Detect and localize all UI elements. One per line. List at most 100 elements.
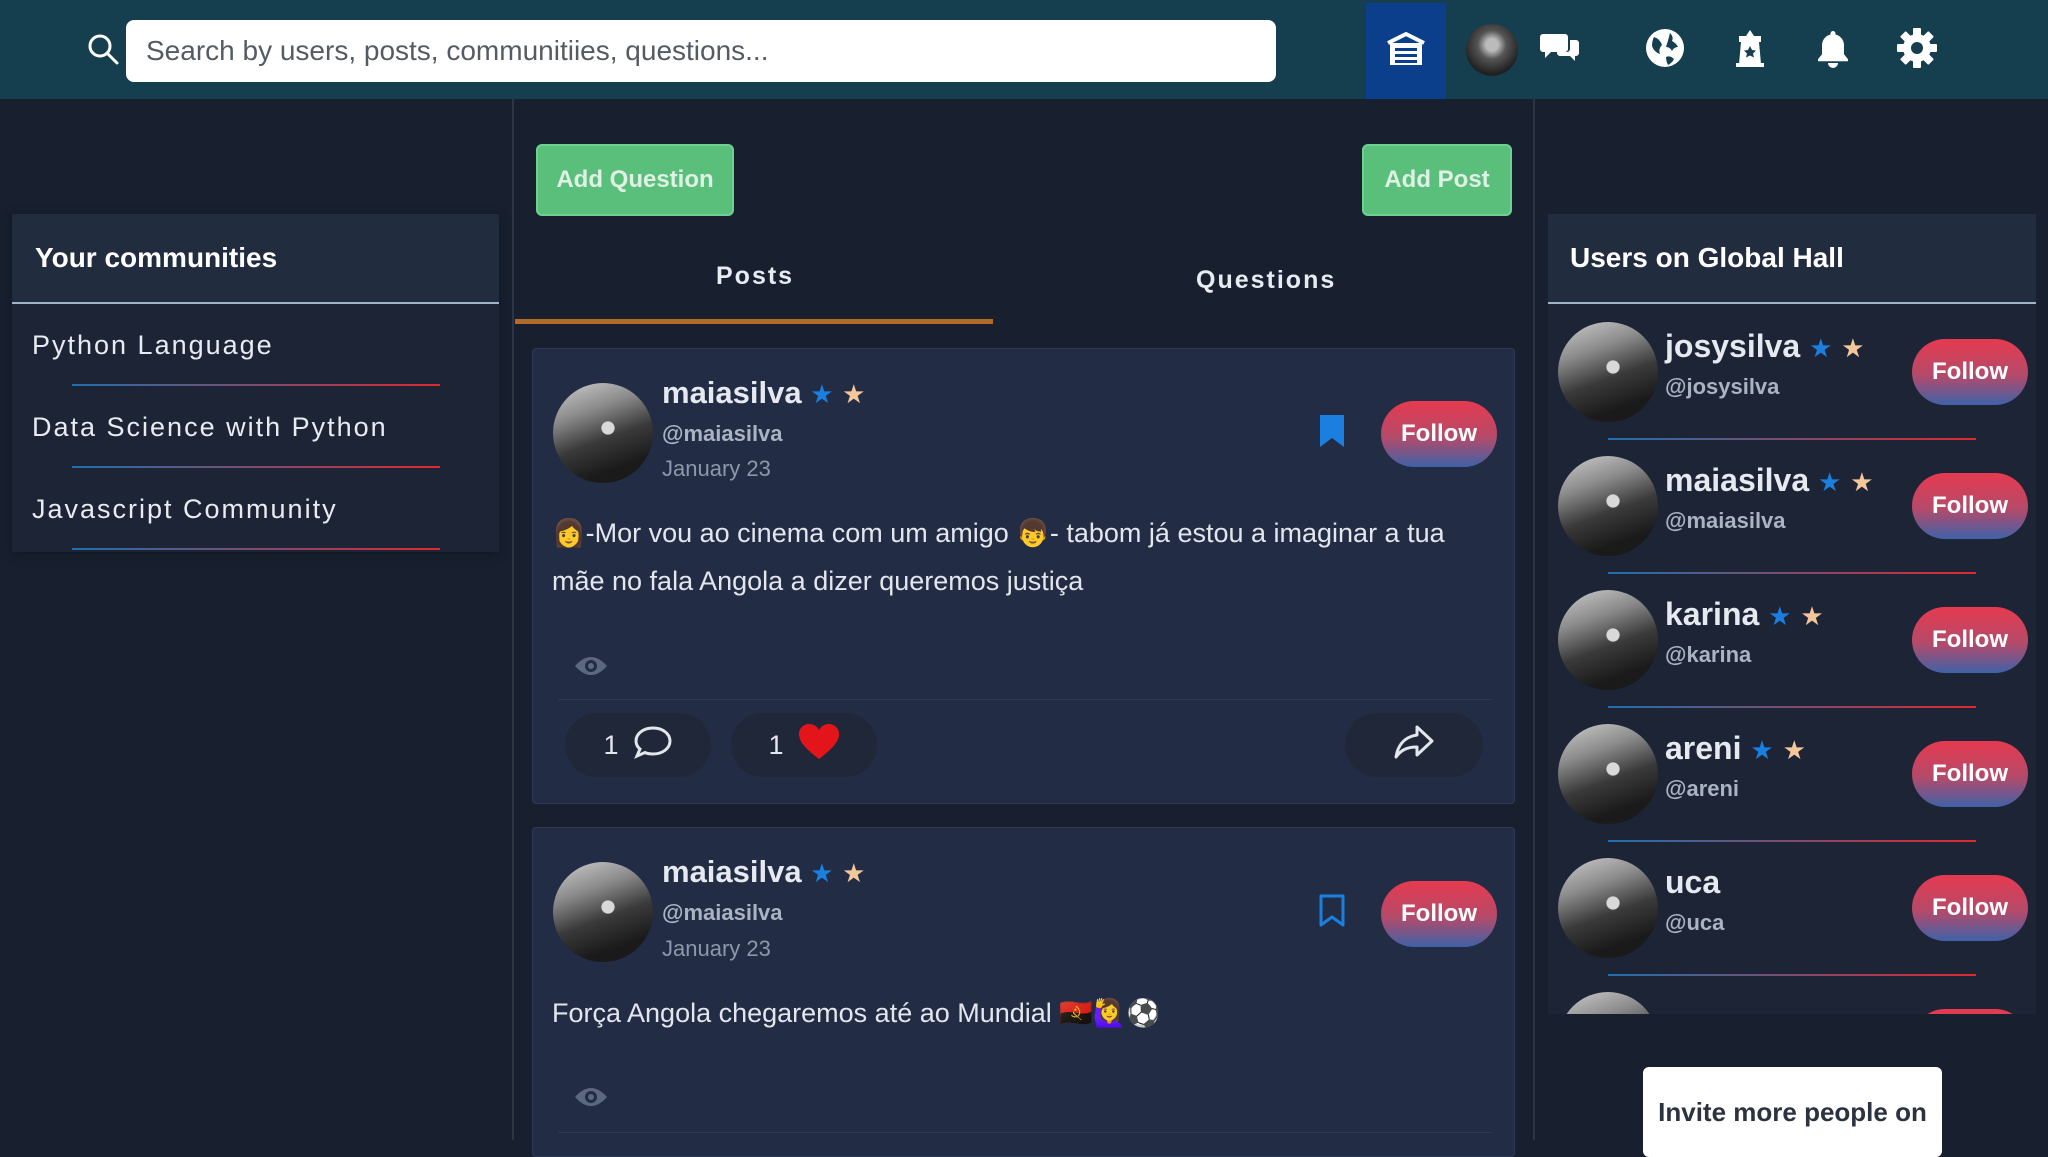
post-date: January 23: [662, 456, 771, 481]
star-icon: ★: [1841, 333, 1865, 363]
community-item-data-science[interactable]: Data Science with Python: [12, 386, 499, 468]
heart-icon: [798, 723, 840, 768]
share-button[interactable]: [1345, 713, 1483, 777]
user-avatar[interactable]: [1558, 992, 1658, 1014]
verified-star-icon: ★: [810, 379, 834, 409]
messages-button[interactable]: [1532, 22, 1588, 78]
post-author[interactable]: maiasilva ★ ★: [662, 854, 865, 890]
user-handle: @josysilva: [1665, 374, 1780, 399]
tower-icon: [1732, 28, 1768, 73]
share-icon: [1393, 724, 1435, 767]
user-row: areni ★ ★ @areni Follow: [1548, 708, 2036, 842]
community-label: Data Science with Python: [32, 411, 388, 442]
comments-button[interactable]: 1: [565, 713, 711, 777]
globe-icon: [1644, 27, 1686, 74]
post-divider: [558, 699, 1491, 700]
star-icon: ★: [842, 858, 866, 888]
verified-star-icon: ★: [1818, 467, 1842, 497]
follow-button-partial[interactable]: [1912, 1009, 2028, 1014]
user-row: karina ★ ★ @karina Follow: [1548, 574, 2036, 708]
avatar[interactable]: [1466, 24, 1518, 76]
follow-button[interactable]: Follow: [1381, 881, 1497, 947]
user-handle: @uca: [1665, 910, 1725, 935]
user-avatar[interactable]: [1558, 590, 1658, 690]
users-panel: Users on Global Hall josysilva ★ ★ @josy…: [1548, 214, 2036, 1014]
user-name-text: josysilva: [1665, 328, 1801, 364]
follow-button[interactable]: Follow: [1912, 473, 2028, 539]
comment-icon: [633, 724, 673, 767]
user-name-text: maiasilva: [1665, 462, 1810, 498]
verified-star-icon: ★: [1768, 601, 1792, 631]
globe-button[interactable]: [1637, 22, 1693, 78]
tab-posts[interactable]: Posts: [716, 262, 794, 291]
community-item-python-language[interactable]: Python Language: [12, 304, 499, 386]
search-icon[interactable]: [86, 32, 126, 72]
communities-title: Your communities: [12, 214, 499, 304]
follow-button[interactable]: Follow: [1912, 607, 2028, 673]
post-avatar[interactable]: [553, 862, 653, 962]
top-bar: [0, 0, 2048, 99]
community-item-javascript[interactable]: Javascript Community: [12, 468, 499, 550]
user-name-text: karina: [1665, 596, 1760, 632]
settings-button[interactable]: [1889, 22, 1945, 78]
user-row: uca @uca Follow: [1548, 842, 2036, 976]
verified-star-icon: ★: [1750, 735, 1774, 765]
views-eye-icon: [573, 653, 609, 684]
communities-panel: Your communities Python Language Data Sc…: [12, 214, 499, 552]
user-handle: @areni: [1665, 776, 1740, 801]
user-name[interactable]: josysilva ★ ★: [1665, 328, 1865, 365]
post-card: maiasilva ★ ★ @maiasilva January 23 Foll…: [532, 827, 1515, 1157]
follow-button[interactable]: Follow: [1912, 339, 2028, 405]
user-row-partial: [1548, 976, 2036, 1014]
search-input[interactable]: [126, 20, 1276, 82]
post-avatar[interactable]: [553, 383, 653, 483]
user-avatar[interactable]: [1558, 724, 1658, 824]
tower-button[interactable]: [1722, 22, 1778, 78]
likes-button[interactable]: 1: [731, 713, 877, 777]
user-row: maiasilva ★ ★ @maiasilva Follow: [1548, 440, 2036, 574]
views-eye-icon: [573, 1084, 609, 1115]
user-name[interactable]: uca: [1665, 864, 1720, 901]
user-name-text: uca: [1665, 864, 1721, 900]
post-handle: @maiasilva: [662, 900, 783, 925]
follow-button[interactable]: Follow: [1912, 875, 2028, 941]
user-name-text: areni: [1665, 730, 1742, 766]
comment-count: 1: [603, 729, 619, 760]
bookmark-outline-icon[interactable]: [1318, 893, 1346, 934]
star-icon: ★: [842, 379, 866, 409]
user-name[interactable]: karina ★ ★: [1665, 596, 1824, 633]
post-text: Força Angola chegaremos até ao Mundial 🇦…: [552, 998, 1161, 1028]
post-date: January 23: [662, 936, 771, 961]
follow-button[interactable]: Follow: [1381, 401, 1497, 467]
post-card: maiasilva ★ ★ @maiasilva January 23 Foll…: [532, 348, 1515, 804]
user-name[interactable]: areni ★ ★: [1665, 730, 1806, 767]
add-post-button[interactable]: Add Post: [1362, 144, 1512, 216]
verified-star-icon: ★: [810, 858, 834, 888]
active-tab-indicator: [515, 319, 993, 324]
add-question-button[interactable]: Add Question: [536, 144, 734, 216]
community-label: Javascript Community: [32, 493, 338, 524]
star-icon: ★: [1800, 601, 1824, 631]
tab-questions[interactable]: Questions: [1196, 266, 1336, 295]
post-author[interactable]: maiasilva ★ ★: [662, 375, 865, 411]
right-divider: [1533, 99, 1535, 1140]
bookmark-icon[interactable]: [1318, 413, 1346, 454]
invite-button[interactable]: Invite more people on: [1643, 1067, 1942, 1157]
community-label: Python Language: [32, 329, 274, 360]
post-divider: [558, 1132, 1491, 1133]
user-name[interactable]: maiasilva ★ ★: [1665, 462, 1874, 499]
notifications-button[interactable]: [1805, 22, 1861, 78]
star-icon: ★: [1850, 467, 1874, 497]
user-avatar[interactable]: [1558, 456, 1658, 556]
follow-button[interactable]: Follow: [1912, 741, 2028, 807]
nav-home-button[interactable]: [1366, 3, 1446, 99]
user-handle: @maiasilva: [1665, 508, 1786, 533]
user-avatar[interactable]: [1558, 322, 1658, 422]
like-count: 1: [768, 729, 784, 760]
user-avatar[interactable]: [1558, 858, 1658, 958]
community-divider: [72, 548, 440, 550]
bell-icon: [1815, 28, 1851, 73]
users-panel-title: Users on Global Hall: [1548, 214, 2036, 304]
gear-icon: [1896, 27, 1938, 74]
messages-icon: [1540, 30, 1580, 71]
